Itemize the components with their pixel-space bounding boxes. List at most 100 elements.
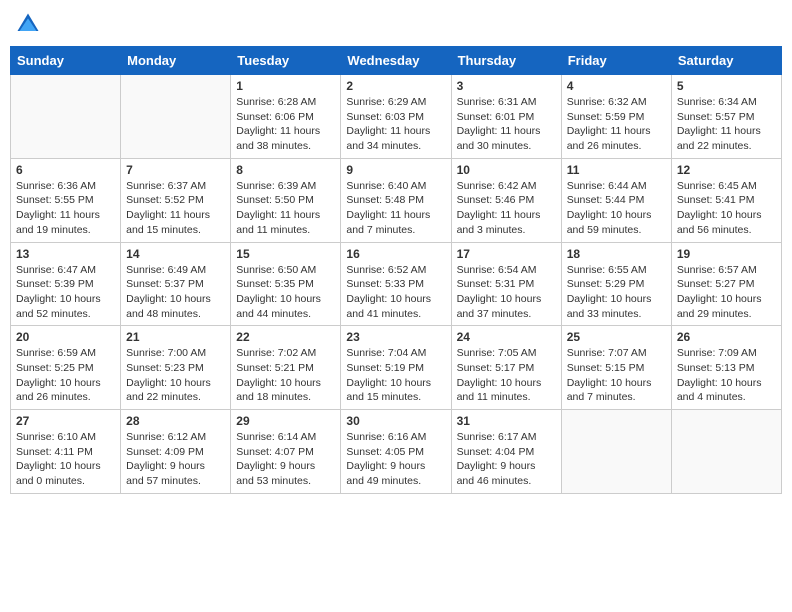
day-number: 13 xyxy=(16,247,115,261)
calendar-day-cell: 15 Sunrise: 6:50 AM Sunset: 5:35 PM Dayli… xyxy=(231,242,341,326)
day-number: 15 xyxy=(236,247,335,261)
calendar-day-cell: 11Sunrise: 6:44 AM Sunset: 5:44 PM Dayli… xyxy=(561,158,671,242)
calendar-day-cell: 17 Sunrise: 6:54 AM Sunset: 5:31 PM Dayli… xyxy=(451,242,561,326)
day-number: 16 xyxy=(346,247,445,261)
day-detail: Sunrise: 6:28 AM Sunset: 6:06 PM Dayligh… xyxy=(236,95,335,154)
day-number: 4 xyxy=(567,79,666,93)
day-detail: Sunrise: 6:45 AM Sunset: 5:41 PM Dayligh… xyxy=(677,179,776,238)
calendar-table: SundayMondayTuesdayWednesdayThursdayFrid… xyxy=(10,46,782,494)
calendar-day-cell: 20 Sunrise: 6:59 AM Sunset: 5:25 PM Dayli… xyxy=(11,326,121,410)
day-number: 20 xyxy=(16,330,115,344)
day-detail: Sunrise: 6:39 AM Sunset: 5:50 PM Dayligh… xyxy=(236,179,335,238)
calendar-day-cell: 4 Sunrise: 6:32 AM Sunset: 5:59 PM Daylig… xyxy=(561,75,671,159)
calendar-day-cell: 24 Sunrise: 7:05 AM Sunset: 5:17 PM Dayli… xyxy=(451,326,561,410)
calendar-day-cell: 30Sunrise: 6:16 AM Sunset: 4:05 PM Dayli… xyxy=(341,410,451,494)
day-detail: Sunrise: 7:05 AM Sunset: 5:17 PM Dayligh… xyxy=(457,346,556,405)
day-number: 1 xyxy=(236,79,335,93)
day-number: 8 xyxy=(236,163,335,177)
day-number: 7 xyxy=(126,163,225,177)
calendar-day-cell: 16 Sunrise: 6:52 AM Sunset: 5:33 PM Dayli… xyxy=(341,242,451,326)
day-detail: Sunrise: 6:44 AM Sunset: 5:44 PM Dayligh… xyxy=(567,179,666,238)
calendar-day-cell: 25 Sunrise: 7:07 AM Sunset: 5:15 PM Dayli… xyxy=(561,326,671,410)
calendar-day-cell: 5Sunrise: 6:34 AM Sunset: 5:57 PM Daylig… xyxy=(671,75,781,159)
day-detail: Sunrise: 6:59 AM Sunset: 5:25 PM Dayligh… xyxy=(16,346,115,405)
day-number: 17 xyxy=(457,247,556,261)
day-number: 21 xyxy=(126,330,225,344)
calendar-day-cell: 1 Sunrise: 6:28 AM Sunset: 6:06 PM Daylig… xyxy=(231,75,341,159)
day-detail: Sunrise: 6:32 AM Sunset: 5:59 PM Dayligh… xyxy=(567,95,666,154)
day-number: 31 xyxy=(457,414,556,428)
calendar-day-cell xyxy=(561,410,671,494)
day-detail: Sunrise: 6:17 AM Sunset: 4:04 PM Dayligh… xyxy=(457,430,556,489)
calendar-day-cell: 13 Sunrise: 6:47 AM Sunset: 5:39 PM Dayli… xyxy=(11,242,121,326)
calendar-day-cell: 23Sunrise: 7:04 AM Sunset: 5:19 PM Dayli… xyxy=(341,326,451,410)
day-number: 30 xyxy=(346,414,445,428)
calendar-week-row: 6Sunrise: 6:36 AM Sunset: 5:55 PM Daylig… xyxy=(11,158,782,242)
day-number: 24 xyxy=(457,330,556,344)
day-number: 9 xyxy=(346,163,445,177)
day-detail: Sunrise: 6:52 AM Sunset: 5:33 PM Dayligh… xyxy=(346,263,445,322)
day-number: 29 xyxy=(236,414,335,428)
day-number: 27 xyxy=(16,414,115,428)
calendar-day-cell: 9 Sunrise: 6:40 AM Sunset: 5:48 PM Daylig… xyxy=(341,158,451,242)
calendar-day-cell: 21 Sunrise: 7:00 AM Sunset: 5:23 PM Dayli… xyxy=(121,326,231,410)
weekday-header: Wednesday xyxy=(341,47,451,75)
day-number: 28 xyxy=(126,414,225,428)
day-detail: Sunrise: 6:49 AM Sunset: 5:37 PM Dayligh… xyxy=(126,263,225,322)
day-number: 10 xyxy=(457,163,556,177)
day-number: 3 xyxy=(457,79,556,93)
calendar-day-cell xyxy=(121,75,231,159)
day-detail: Sunrise: 6:57 AM Sunset: 5:27 PM Dayligh… xyxy=(677,263,776,322)
weekday-header: Tuesday xyxy=(231,47,341,75)
day-number: 18 xyxy=(567,247,666,261)
day-detail: Sunrise: 7:04 AM Sunset: 5:19 PM Dayligh… xyxy=(346,346,445,405)
day-number: 2 xyxy=(346,79,445,93)
calendar-day-cell: 2 Sunrise: 6:29 AM Sunset: 6:03 PM Daylig… xyxy=(341,75,451,159)
calendar-week-row: 27 Sunrise: 6:10 AM Sunset: 4:11 PM Dayli… xyxy=(11,410,782,494)
day-detail: Sunrise: 6:29 AM Sunset: 6:03 PM Dayligh… xyxy=(346,95,445,154)
weekday-header-row: SundayMondayTuesdayWednesdayThursdayFrid… xyxy=(11,47,782,75)
calendar-day-cell: 10Sunrise: 6:42 AM Sunset: 5:46 PM Dayli… xyxy=(451,158,561,242)
logo-icon xyxy=(14,10,42,38)
day-number: 19 xyxy=(677,247,776,261)
calendar-day-cell: 14 Sunrise: 6:49 AM Sunset: 5:37 PM Dayli… xyxy=(121,242,231,326)
calendar-day-cell: 28 Sunrise: 6:12 AM Sunset: 4:09 PM Dayli… xyxy=(121,410,231,494)
calendar-day-cell: 6Sunrise: 6:36 AM Sunset: 5:55 PM Daylig… xyxy=(11,158,121,242)
day-detail: Sunrise: 6:10 AM Sunset: 4:11 PM Dayligh… xyxy=(16,430,115,489)
day-number: 22 xyxy=(236,330,335,344)
calendar-day-cell: 18 Sunrise: 6:55 AM Sunset: 5:29 PM Dayli… xyxy=(561,242,671,326)
calendar-day-cell: 8 Sunrise: 6:39 AM Sunset: 5:50 PM Daylig… xyxy=(231,158,341,242)
calendar-day-cell: 19 Sunrise: 6:57 AM Sunset: 5:27 PM Dayli… xyxy=(671,242,781,326)
day-number: 12 xyxy=(677,163,776,177)
day-detail: Sunrise: 6:40 AM Sunset: 5:48 PM Dayligh… xyxy=(346,179,445,238)
weekday-header: Thursday xyxy=(451,47,561,75)
day-detail: Sunrise: 6:12 AM Sunset: 4:09 PM Dayligh… xyxy=(126,430,225,489)
calendar-day-cell: 12 Sunrise: 6:45 AM Sunset: 5:41 PM Dayli… xyxy=(671,158,781,242)
calendar-week-row: 1 Sunrise: 6:28 AM Sunset: 6:06 PM Daylig… xyxy=(11,75,782,159)
calendar-day-cell xyxy=(671,410,781,494)
calendar-day-cell: 22 Sunrise: 7:02 AM Sunset: 5:21 PM Dayli… xyxy=(231,326,341,410)
day-number: 26 xyxy=(677,330,776,344)
day-number: 6 xyxy=(16,163,115,177)
day-detail: Sunrise: 7:02 AM Sunset: 5:21 PM Dayligh… xyxy=(236,346,335,405)
weekday-header: Saturday xyxy=(671,47,781,75)
weekday-header: Sunday xyxy=(11,47,121,75)
day-number: 25 xyxy=(567,330,666,344)
day-number: 14 xyxy=(126,247,225,261)
day-detail: Sunrise: 6:55 AM Sunset: 5:29 PM Dayligh… xyxy=(567,263,666,322)
day-detail: Sunrise: 6:54 AM Sunset: 5:31 PM Dayligh… xyxy=(457,263,556,322)
calendar-week-row: 20 Sunrise: 6:59 AM Sunset: 5:25 PM Dayli… xyxy=(11,326,782,410)
calendar-day-cell: 31 Sunrise: 6:17 AM Sunset: 4:04 PM Dayli… xyxy=(451,410,561,494)
calendar-day-cell: 26 Sunrise: 7:09 AM Sunset: 5:13 PM Dayli… xyxy=(671,326,781,410)
day-detail: Sunrise: 6:47 AM Sunset: 5:39 PM Dayligh… xyxy=(16,263,115,322)
day-detail: Sunrise: 7:07 AM Sunset: 5:15 PM Dayligh… xyxy=(567,346,666,405)
calendar-day-cell xyxy=(11,75,121,159)
calendar-week-row: 13 Sunrise: 6:47 AM Sunset: 5:39 PM Dayli… xyxy=(11,242,782,326)
weekday-header: Monday xyxy=(121,47,231,75)
day-detail: Sunrise: 6:34 AM Sunset: 5:57 PM Dayligh… xyxy=(677,95,776,154)
page-header xyxy=(10,10,782,38)
day-detail: Sunrise: 7:00 AM Sunset: 5:23 PM Dayligh… xyxy=(126,346,225,405)
day-detail: Sunrise: 7:09 AM Sunset: 5:13 PM Dayligh… xyxy=(677,346,776,405)
day-detail: Sunrise: 6:50 AM Sunset: 5:35 PM Dayligh… xyxy=(236,263,335,322)
calendar-day-cell: 29Sunrise: 6:14 AM Sunset: 4:07 PM Dayli… xyxy=(231,410,341,494)
